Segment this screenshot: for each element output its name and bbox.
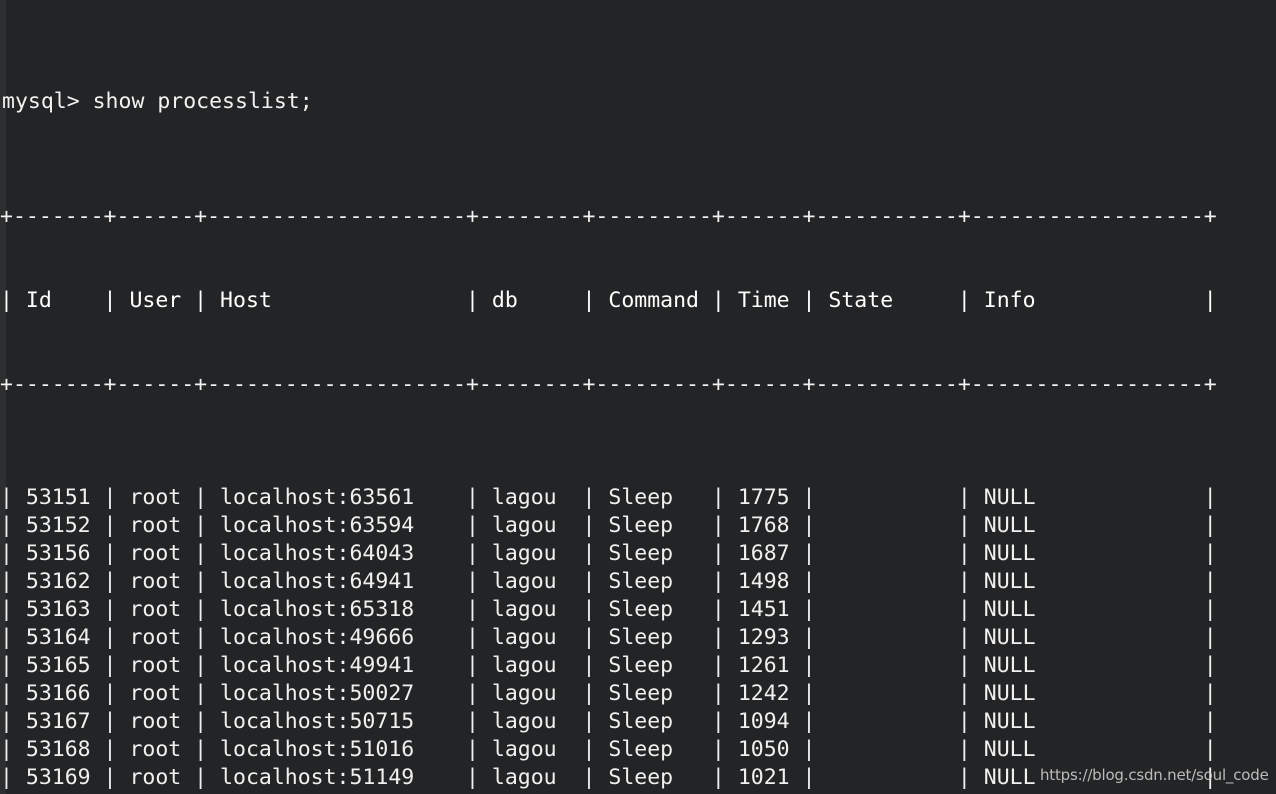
table-row: | 53165 | root | localhost:49941 | lagou… [0,653,1217,679]
table-row: | 53162 | root | localhost:64941 | lagou… [0,568,1217,594]
table-row: | 53169 | root | localhost:51149 | lagou… [0,765,1217,791]
table-row: | 53156 | root | localhost:64043 | lagou… [0,540,1217,566]
table-row: | 53152 | root | localhost:63594 | lagou… [0,512,1217,538]
table-row: | 53168 | root | localhost:51016 | lagou… [0,737,1217,763]
table-body: | 53151 | root | localhost:63561 | lagou… [0,484,1276,794]
table-row: | 53151 | root | localhost:63561 | lagou… [0,484,1217,510]
table-row: | 53166 | root | localhost:50027 | lagou… [0,681,1217,707]
table-rule-top: +-------+------+--------------------+---… [0,203,1217,229]
terminal-screen[interactable]: mysql> show processlist; +-------+------… [0,0,1276,794]
table-row: | 53163 | root | localhost:65318 | lagou… [0,596,1217,622]
terminal-window: mysql> show processlist; +-------+------… [0,0,1276,794]
table-rule-header: +-------+------+--------------------+---… [0,372,1217,398]
table-header-row: | Id | User | Host | db | Command | Time… [0,287,1217,313]
table-row: | 53167 | root | localhost:50715 | lagou… [0,709,1217,735]
table-row: | 53164 | root | localhost:49666 | lagou… [0,624,1217,650]
mysql-prompt-line: mysql> show processlist; [2,89,313,115]
